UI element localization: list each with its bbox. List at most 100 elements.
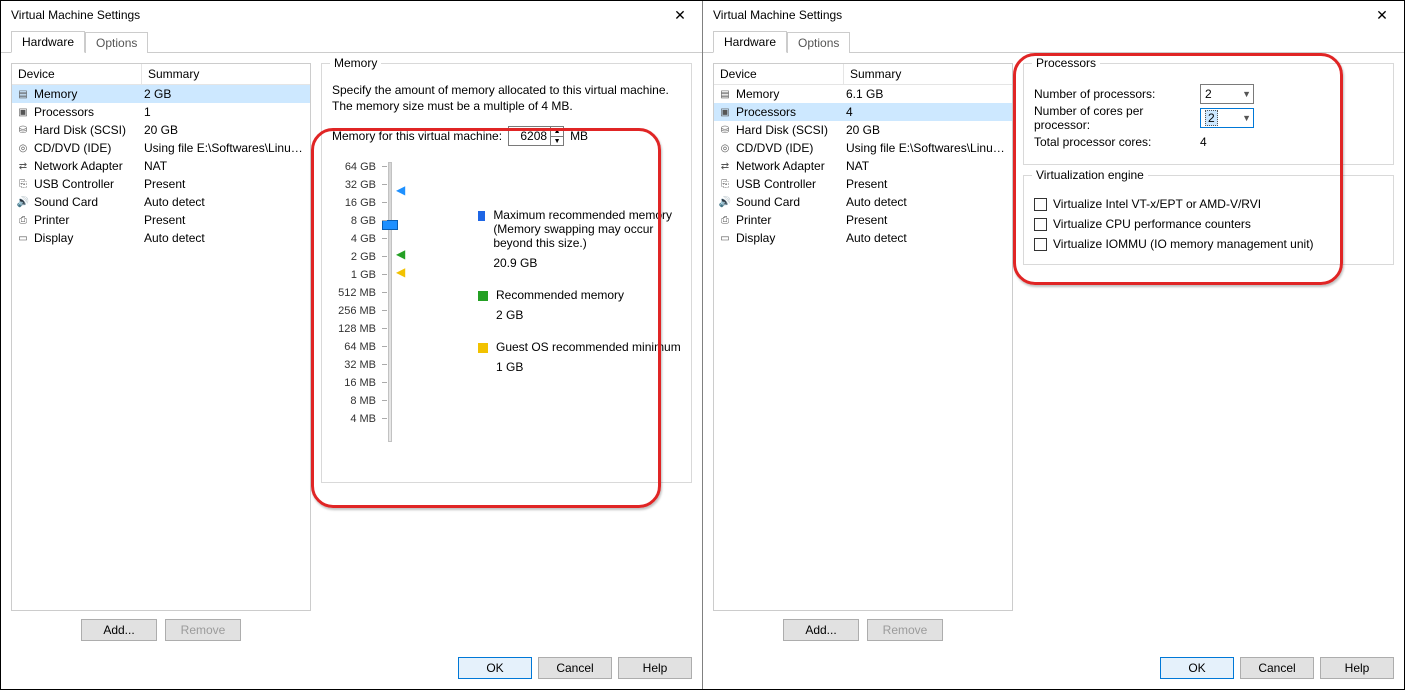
window-left: Virtual Machine Settings ✕ Hardware Opti… bbox=[1, 1, 703, 689]
device-name: Network Adapter bbox=[736, 159, 825, 173]
memory-icon: ▤ bbox=[718, 87, 732, 101]
device-row-sound-card[interactable]: 🔊Sound CardAuto detect bbox=[714, 193, 1012, 211]
device-name: CD/DVD (IDE) bbox=[34, 141, 111, 155]
device-summary: 20 GB bbox=[142, 123, 306, 137]
device-row-usb-controller[interactable]: ⎘USB ControllerPresent bbox=[12, 175, 310, 193]
add-button[interactable]: Add... bbox=[81, 619, 157, 641]
memory-input[interactable] bbox=[513, 128, 549, 144]
spinner-arrows[interactable]: ▲▼ bbox=[550, 127, 563, 145]
device-row-hard-disk-scsi-[interactable]: ⛁Hard Disk (SCSI)20 GB bbox=[12, 121, 310, 139]
col-summary[interactable]: Summary bbox=[844, 64, 1012, 84]
checkbox-icon[interactable] bbox=[1034, 238, 1047, 251]
min-pointer-icon: ◀ bbox=[396, 266, 405, 278]
tick-label: 8 GB bbox=[332, 212, 376, 230]
memory-input-row: Memory for this virtual machine: ▲▼ MB bbox=[332, 126, 681, 146]
device-row-hard-disk-scsi-[interactable]: ⛁Hard Disk (SCSI)20 GB bbox=[714, 121, 1012, 139]
close-icon[interactable]: ✕ bbox=[1366, 5, 1398, 25]
printer-icon: ⎙ bbox=[718, 213, 732, 227]
virt-vtx-row[interactable]: Virtualize Intel VT-x/EPT or AMD-V/RVI bbox=[1034, 194, 1383, 214]
close-icon[interactable]: ✕ bbox=[664, 5, 696, 25]
cpu-icon: ▣ bbox=[16, 105, 30, 119]
max-note: (Memory swapping may occur beyond this s… bbox=[493, 222, 681, 250]
device-row-display[interactable]: ▭DisplayAuto detect bbox=[714, 229, 1012, 247]
device-row-network-adapter[interactable]: ⇄Network AdapterNAT bbox=[714, 157, 1012, 175]
col-device[interactable]: Device bbox=[12, 64, 142, 84]
col-device[interactable]: Device bbox=[714, 64, 844, 84]
cancel-button[interactable]: Cancel bbox=[1240, 657, 1314, 679]
virt-iommu-row[interactable]: Virtualize IOMMU (IO memory management u… bbox=[1034, 234, 1383, 254]
display-icon: ▭ bbox=[16, 231, 30, 245]
ok-button[interactable]: OK bbox=[1160, 657, 1234, 679]
device-row-printer[interactable]: ⎙PrinterPresent bbox=[714, 211, 1012, 229]
help-button[interactable]: Help bbox=[1320, 657, 1394, 679]
checkbox-icon[interactable] bbox=[1034, 218, 1047, 231]
tab-options[interactable]: Options bbox=[85, 32, 148, 53]
device-row-memory[interactable]: ▤Memory6.1 GB bbox=[714, 85, 1012, 103]
device-row-network-adapter[interactable]: ⇄Network AdapterNAT bbox=[12, 157, 310, 175]
tick-label: 64 GB bbox=[332, 158, 376, 176]
tab-hardware[interactable]: Hardware bbox=[11, 31, 85, 53]
device-panel: Device Summary ▤Memory6.1 GB▣Processors4… bbox=[713, 63, 1013, 641]
tick-label: 32 MB bbox=[332, 356, 376, 374]
device-summary: Auto detect bbox=[142, 195, 306, 209]
device-name: Processors bbox=[34, 105, 94, 119]
memory-unit: MB bbox=[570, 129, 588, 143]
virt-perfcounters-label: Virtualize CPU performance counters bbox=[1053, 217, 1251, 231]
memory-desc: Specify the amount of memory allocated t… bbox=[332, 82, 681, 114]
memory-spinner[interactable]: ▲▼ bbox=[508, 126, 564, 146]
slider-rail[interactable]: ◀ ◀ ◀ bbox=[382, 158, 402, 446]
device-summary: Present bbox=[844, 177, 1008, 191]
remove-button[interactable]: Remove bbox=[867, 619, 943, 641]
help-button[interactable]: Help bbox=[618, 657, 692, 679]
max-pointer-icon: ◀ bbox=[396, 184, 405, 196]
device-buttons: Add... Remove bbox=[713, 611, 1013, 641]
num-processors-combo[interactable]: 2 ▼ bbox=[1200, 84, 1254, 104]
remove-button[interactable]: Remove bbox=[165, 619, 241, 641]
device-row-sound-card[interactable]: 🔊Sound CardAuto detect bbox=[12, 193, 310, 211]
tick-label: 512 MB bbox=[332, 284, 376, 302]
virtualization-groupbox: Virtualization engine Virtualize Intel V… bbox=[1023, 175, 1394, 265]
tick-label: 8 MB bbox=[332, 392, 376, 410]
window-right: Virtual Machine Settings ✕ Hardware Opti… bbox=[703, 1, 1404, 689]
device-row-cd-dvd-ide-[interactable]: ◎CD/DVD (IDE)Using file E:\Softwares\Lin… bbox=[714, 139, 1012, 157]
slider-thumb[interactable] bbox=[382, 220, 398, 230]
device-list-header: Device Summary bbox=[714, 64, 1012, 85]
cores-combo[interactable]: 2 ▼ bbox=[1200, 108, 1254, 128]
tick-label: 64 MB bbox=[332, 338, 376, 356]
virt-perfcounters-row[interactable]: Virtualize CPU performance counters bbox=[1034, 214, 1383, 234]
disk-icon: ⛁ bbox=[16, 123, 30, 137]
device-summary: Auto detect bbox=[844, 231, 1008, 245]
device-summary: 1 bbox=[142, 105, 306, 119]
device-row-cd-dvd-ide-[interactable]: ◎CD/DVD (IDE)Using file E:\Softwares\Lin… bbox=[12, 139, 310, 157]
device-row-display[interactable]: ▭DisplayAuto detect bbox=[12, 229, 310, 247]
memory-panel: Memory Specify the amount of memory allo… bbox=[321, 63, 692, 641]
cores-row: Number of cores per processor: 2 ▼ bbox=[1034, 106, 1383, 130]
device-list: Device Summary ▤Memory2 GB ▣ Processors 1 ⛁H… bbox=[11, 63, 311, 611]
tick-label: 4 MB bbox=[332, 410, 376, 428]
ok-button[interactable]: OK bbox=[458, 657, 532, 679]
device-row-processors[interactable]: ▣ Processors 1 bbox=[12, 103, 310, 121]
tab-options[interactable]: Options bbox=[787, 32, 850, 53]
tab-hardware[interactable]: Hardware bbox=[713, 31, 787, 53]
num-processors-row: Number of processors: 2 ▼ bbox=[1034, 82, 1383, 106]
device-name: Sound Card bbox=[34, 195, 98, 209]
device-row-processors[interactable]: ▣Processors4 bbox=[714, 103, 1012, 121]
device-row-memory[interactable]: ▤Memory2 GB bbox=[12, 85, 310, 103]
device-row-printer[interactable]: ⎙PrinterPresent bbox=[12, 211, 310, 229]
tabbar: Hardware Options bbox=[1, 29, 702, 53]
titlebar: Virtual Machine Settings ✕ bbox=[703, 1, 1404, 29]
virt-vtx-label: Virtualize Intel VT-x/EPT or AMD-V/RVI bbox=[1053, 197, 1261, 211]
add-button[interactable]: Add... bbox=[783, 619, 859, 641]
col-summary[interactable]: Summary bbox=[142, 64, 310, 84]
min-label: Guest OS recommended minimum bbox=[496, 340, 681, 354]
device-summary: Using file E:\Softwares\Linux... bbox=[142, 141, 306, 155]
cancel-button[interactable]: Cancel bbox=[538, 657, 612, 679]
memory-input-label: Memory for this virtual machine: bbox=[332, 129, 502, 143]
device-name: Display bbox=[34, 231, 73, 245]
checkbox-icon[interactable] bbox=[1034, 198, 1047, 211]
device-row-usb-controller[interactable]: ⎘USB ControllerPresent bbox=[714, 175, 1012, 193]
memory-legend: Memory bbox=[330, 56, 381, 70]
body: Device Summary ▤Memory6.1 GB▣Processors4… bbox=[703, 53, 1404, 651]
rec-pointer-icon: ◀ bbox=[396, 248, 405, 260]
device-name: Hard Disk (SCSI) bbox=[736, 123, 828, 137]
